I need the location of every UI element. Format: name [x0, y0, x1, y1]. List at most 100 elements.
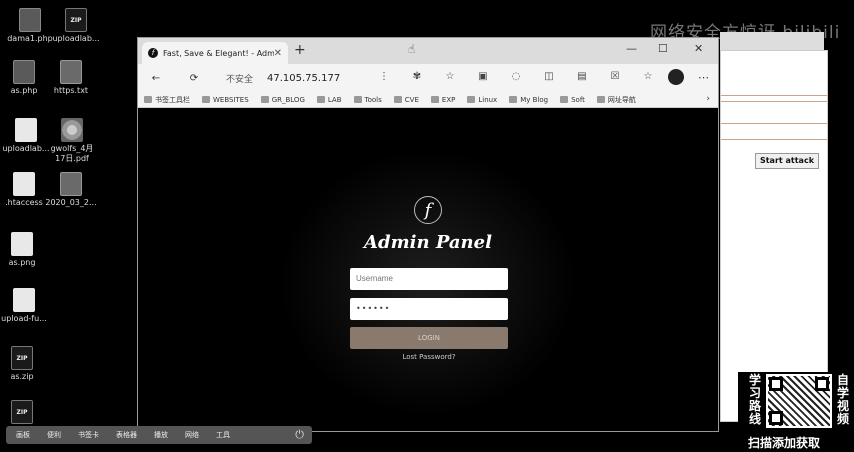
bookmark-item[interactable]: EXP — [430, 95, 456, 104]
bookmark-item[interactable]: 书签工具栏 — [144, 95, 190, 105]
tab-bar: f Fast, Save & Elegant! - AdminP... ✕ + … — [138, 38, 718, 64]
bookmark-label: CVE — [404, 95, 419, 104]
folder-icon — [202, 96, 210, 103]
admin-login-page: f Admin Panel •••••• LOGIN Lost Password… — [138, 108, 718, 431]
folder-icon — [316, 96, 325, 103]
taskbar-item[interactable]: 网络 — [185, 430, 199, 440]
taskbar-item[interactable]: 书签卡 — [78, 430, 99, 440]
bookmark-item[interactable]: CVE — [393, 95, 419, 104]
power-icon[interactable]: ⏻ — [295, 428, 304, 442]
desktop-icon-label: as.zip — [10, 372, 34, 381]
tab-admin-panel[interactable]: f Fast, Save & Elegant! - AdminP... ✕ — [142, 42, 288, 64]
zip-file-icon: ZIP — [11, 400, 33, 424]
desktop-icon[interactable]: gwolfs_4月17日.pdf — [42, 118, 102, 164]
password-input[interactable]: •••••• — [350, 298, 508, 320]
minimize-icon[interactable]: — — [626, 42, 637, 55]
chevron-right-icon[interactable]: › — [706, 94, 710, 104]
username-input[interactable] — [350, 268, 508, 290]
address-bar[interactable]: 不安全 47.105.75.177 — [226, 72, 340, 85]
desktop-icon[interactable]: as.png — [0, 232, 52, 268]
layers-icon[interactable]: ◫ — [538, 71, 560, 82]
extension-box-icon[interactable]: ▤ — [571, 71, 593, 82]
maximize-icon[interactable]: ☐ — [658, 42, 668, 55]
taskbar-item[interactable]: 画板 — [16, 430, 30, 440]
image-file-icon — [11, 232, 33, 256]
bookmark-label: Tools — [364, 95, 382, 104]
taskbar-item[interactable]: 工具 — [216, 430, 230, 440]
folder-icon — [467, 96, 476, 103]
favorites-icon[interactable]: ☆ — [637, 71, 659, 82]
qr-corner — [769, 411, 783, 425]
new-tab-button[interactable]: + — [294, 42, 306, 58]
start-attack-button[interactable]: Start attack — [755, 153, 819, 169]
close-window-icon[interactable]: ✕ — [694, 42, 703, 55]
promo-bottom-text: 扫描添加获取 — [748, 436, 821, 450]
side-app-panel: Start attack — [720, 50, 828, 422]
taskbar-item[interactable]: 便利 — [47, 430, 61, 440]
refresh-icon[interactable]: ⟳ — [184, 73, 204, 84]
bookmark-item[interactable]: WEBSITES — [202, 96, 249, 104]
taskbar-item[interactable]: 表格器 — [116, 430, 137, 440]
folder-icon — [260, 96, 269, 103]
star-icon[interactable]: ☆ — [439, 71, 461, 82]
desktop-icon-label: https.txt — [53, 86, 89, 95]
desktop-icon[interactable]: ZIP as.zip — [0, 346, 52, 382]
desktop-icon[interactable]: upload-fu... — [0, 288, 54, 324]
divider — [721, 123, 827, 124]
translate-icon[interactable]: ⋮ — [373, 71, 395, 82]
promo-right-text: 自 学 视 频 — [836, 374, 850, 426]
bookmark-label: LAB — [327, 95, 342, 104]
toolbar-icons: ⋮ ✾ ☆ ▣ ◌ ◫ ▤ ☒ ☆ — [373, 71, 670, 82]
lost-password-link[interactable]: Lost Password? — [374, 353, 484, 361]
profile-avatar[interactable] — [668, 69, 684, 85]
desktop-icon-label: upload-fu... — [1, 314, 47, 323]
divider — [721, 101, 827, 102]
bookmark-item[interactable]: 网址导航 — [596, 95, 636, 105]
extension-icon[interactable]: ✾ — [406, 71, 428, 82]
bookmark-item[interactable]: Linux — [467, 96, 497, 104]
folder-icon — [393, 96, 402, 103]
bookmark-item[interactable]: Soft — [560, 96, 585, 104]
taskbar-item[interactable]: 播放 — [154, 430, 168, 440]
insecure-label: 不安全 — [226, 74, 254, 85]
bookmark-label: EXP — [441, 95, 456, 104]
desktop-icon[interactable]: ZIP uploadlab... — [46, 8, 106, 44]
taskbar: 画板 便利 书签卡 表格器 播放 网络 工具 ⏻ — [6, 426, 312, 444]
divider — [721, 139, 827, 140]
bookmark-item[interactable]: My Blog — [509, 96, 548, 104]
desktop-icon[interactable]: 2020_03_2... — [41, 172, 101, 208]
loading-icon[interactable]: ◌ — [505, 71, 527, 82]
chrome-icon — [61, 118, 83, 142]
file-icon — [15, 118, 37, 142]
screenshot-icon[interactable]: ▣ — [472, 71, 494, 82]
hand-cursor-icon: ☝ — [408, 42, 416, 56]
bookmark-item[interactable]: LAB — [316, 95, 342, 104]
folder-icon — [144, 96, 152, 103]
bookmark-label: Soft — [571, 95, 585, 104]
zip-file-icon: ZIP — [11, 346, 33, 370]
back-arrow-icon[interactable]: ← — [146, 73, 166, 84]
bookmark-item[interactable]: Tools — [353, 95, 382, 104]
qr-corner — [769, 377, 783, 391]
login-button[interactable]: LOGIN — [350, 327, 508, 349]
more-menu-icon[interactable]: ⋯ — [698, 71, 709, 84]
desktop-icon[interactable]: ZIP — [0, 400, 52, 426]
bookmark-label: GR_BLOG — [271, 95, 305, 104]
bookmark-label: Linux — [478, 95, 498, 104]
close-box-icon[interactable]: ☒ — [604, 71, 626, 82]
file-icon — [13, 288, 35, 312]
qr-corner — [815, 377, 829, 391]
desktop-icon[interactable]: https.txt — [41, 60, 101, 96]
desktop: dama1.php ZIP uploadlab... as.php https.… — [0, 0, 854, 452]
promo-left-text: 学 习 路 线 — [748, 374, 762, 426]
bookmarks-bar: 书签工具栏 WEBSITES GR_BLOG LAB Tools CVE EXP… — [138, 92, 718, 108]
bookmark-label: 网址导航 — [607, 95, 636, 104]
qr-code — [766, 374, 832, 428]
page-title: Admin Panel — [364, 232, 492, 253]
bookmark-label: WEBSITES — [213, 95, 249, 104]
tab-title: Fast, Save & Elegant! - AdminP... — [163, 48, 274, 58]
folder-icon — [596, 96, 605, 103]
close-tab-icon[interactable]: ✕ — [274, 48, 282, 59]
php-file-icon — [19, 8, 41, 32]
bookmark-item[interactable]: GR_BLOG — [260, 95, 305, 104]
